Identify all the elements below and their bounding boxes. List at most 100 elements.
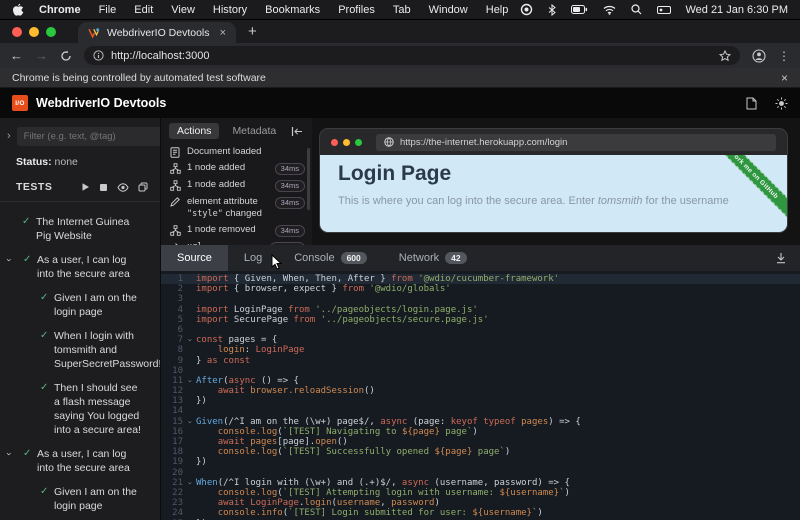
tab-source[interactable]: Source xyxy=(161,245,228,271)
apple-menu-icon[interactable] xyxy=(12,3,24,17)
test-tree-item-step[interactable]: ✓Given I am on the login page xyxy=(0,291,150,319)
menu-item-file[interactable]: File xyxy=(90,4,126,16)
event-row[interactable]: element attribute "style" changed34ms xyxy=(169,196,305,220)
back-button[interactable]: ← xyxy=(10,49,23,62)
display-icon[interactable] xyxy=(657,5,671,15)
menu-item-view[interactable]: View xyxy=(162,4,204,16)
tab-console[interactable]: Console600 xyxy=(278,245,383,271)
event-row[interactable]: 1 node added34ms xyxy=(169,179,305,192)
tab-network[interactable]: Network42 xyxy=(383,245,483,271)
expand-chevron-icon[interactable]: › xyxy=(8,447,23,475)
code-line-5: 5import SecurePage from '../pageobjects/… xyxy=(161,315,800,325)
webdriverio-logo: I/O xyxy=(12,95,28,111)
event-label: 1 node added xyxy=(187,179,269,191)
test-tree-item-scenario[interactable]: ›✓As a user, I can log into the secure a… xyxy=(0,253,150,281)
window-close-button[interactable] xyxy=(12,27,22,37)
address-bar[interactable]: http://localhost:3000 xyxy=(84,46,740,65)
fold-chevron-icon[interactable]: › xyxy=(183,335,196,345)
fold-chevron-icon[interactable]: › xyxy=(183,417,196,427)
login-page-heading: Login Page xyxy=(338,162,769,186)
search-icon[interactable] xyxy=(631,4,642,15)
test-tree-item-step[interactable]: ✓Given I am on the login page xyxy=(0,485,150,513)
menu-item-chrome[interactable]: Chrome xyxy=(30,4,90,16)
url-text[interactable]: http://localhost:3000 xyxy=(111,50,712,62)
test-tree-item-scenario[interactable]: ›✓As a user, I can log into the secure a… xyxy=(0,447,150,475)
line-number: 20 xyxy=(161,468,183,478)
pass-check-icon: ✓ xyxy=(23,253,37,281)
sidebar-collapse-icon[interactable]: › xyxy=(5,131,13,142)
fold-gutter xyxy=(183,406,196,416)
events-scrollbar[interactable] xyxy=(307,148,310,210)
forward-button[interactable]: → xyxy=(35,49,48,62)
new-tab-button[interactable]: + xyxy=(236,23,269,43)
event-row[interactable]: 1 node added34ms xyxy=(169,162,305,175)
event-row[interactable]: Document loaded xyxy=(169,146,305,158)
browser-menu-icon[interactable]: ⋮ xyxy=(778,49,790,63)
run-tests-icon[interactable] xyxy=(81,182,90,192)
tab-label: Source xyxy=(177,252,212,264)
tests-header: TESTS xyxy=(0,168,160,202)
reload-button[interactable] xyxy=(60,50,72,62)
fold-chevron-icon[interactable]: › xyxy=(183,376,196,386)
test-tree: ✓The Internet Guinea Pig Website›✓As a u… xyxy=(0,202,160,520)
line-number: 3 xyxy=(161,294,183,304)
event-label: element attribute "style" changed xyxy=(187,196,269,220)
fold-gutter xyxy=(183,305,196,315)
collapse-all-icon[interactable] xyxy=(138,182,148,192)
report-file-icon[interactable] xyxy=(746,97,757,110)
test-tree-item-step[interactable]: ✓Then I should see a flash message sayin… xyxy=(0,381,150,437)
window-minimize-button[interactable] xyxy=(29,27,39,37)
test-label: Then I should see a flash message saying… xyxy=(54,381,150,437)
filter-input[interactable] xyxy=(17,127,160,146)
fold-gutter xyxy=(183,488,196,498)
fold-gutter xyxy=(183,468,196,478)
tab-metadata[interactable]: Metadata xyxy=(224,123,284,139)
menu-item-tab[interactable]: Tab xyxy=(384,4,420,16)
automation-infobar: Chrome is being controlled by automated … xyxy=(0,68,800,88)
watch-tests-icon[interactable] xyxy=(117,183,129,192)
code-line-4: 4import LoginPage from '../pageobjects/l… xyxy=(161,305,800,315)
test-tree-item-feature[interactable]: ✓The Internet Guinea Pig Website xyxy=(0,215,150,243)
site-info-icon[interactable] xyxy=(93,50,104,61)
test-label: The Internet Guinea Pig Website xyxy=(36,215,150,243)
fold-chevron-icon[interactable]: › xyxy=(183,478,196,488)
wifi-icon[interactable] xyxy=(603,5,616,15)
battery-icon[interactable] xyxy=(571,5,588,14)
tab-log[interactable]: Log xyxy=(228,245,278,271)
fold-gutter xyxy=(183,427,196,437)
event-row[interactable]: 1 node removed34ms xyxy=(169,224,305,237)
test-tree-item-step[interactable]: ✓When I login with tomsmith and SuperSec… xyxy=(0,329,150,371)
source-code-editor[interactable]: 1import { Given, When, Then, After } fro… xyxy=(161,271,800,520)
fold-gutter xyxy=(183,274,196,284)
download-source-icon[interactable] xyxy=(762,245,800,271)
panel-collapse-left-icon[interactable] xyxy=(291,126,303,137)
line-number: 21 xyxy=(161,478,183,488)
bluetooth-icon[interactable] xyxy=(548,4,556,16)
browser-tab[interactable]: WebdriverIO Devtools × xyxy=(78,22,236,43)
menu-item-bookmarks[interactable]: Bookmarks xyxy=(256,4,329,16)
tab-actions[interactable]: Actions xyxy=(169,123,219,139)
menu-item-profiles[interactable]: Profiles xyxy=(329,4,384,16)
window-zoom-button[interactable] xyxy=(46,27,56,37)
menu-item-history[interactable]: History xyxy=(204,4,256,16)
expand-chevron-icon[interactable]: › xyxy=(8,253,23,281)
profile-avatar-icon[interactable] xyxy=(752,49,766,63)
stop-tests-icon[interactable] xyxy=(99,183,108,192)
line-number: 4 xyxy=(161,305,183,315)
record-icon[interactable] xyxy=(520,3,533,16)
line-number: 18 xyxy=(161,447,183,457)
menu-item-help[interactable]: Help xyxy=(477,4,518,16)
code-line-12: 12 await browser.reloadSession() xyxy=(161,386,800,396)
event-label: 1 node removed xyxy=(187,224,269,236)
menubar-clock: Wed 21 Jan 6:30 PM xyxy=(685,4,788,16)
code-line-13: 13}) xyxy=(161,396,800,406)
infobar-close-icon[interactable]: × xyxy=(781,71,788,85)
tab-close-icon[interactable]: × xyxy=(220,27,226,39)
theme-toggle-sun-icon[interactable] xyxy=(775,97,788,110)
fold-gutter xyxy=(183,447,196,457)
menu-item-window[interactable]: Window xyxy=(420,4,477,16)
bookmark-star-icon[interactable] xyxy=(719,50,731,62)
test-label: When I login with tomsmith and SuperSecr… xyxy=(54,329,160,371)
window-controls xyxy=(10,20,66,43)
menu-item-edit[interactable]: Edit xyxy=(125,4,162,16)
